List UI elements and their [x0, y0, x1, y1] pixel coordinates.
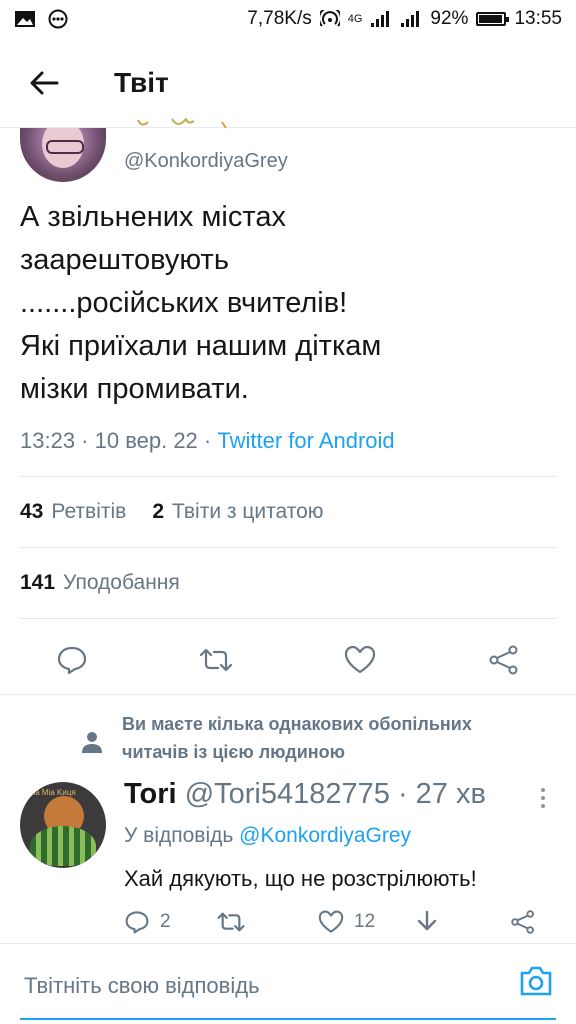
reply-author-name[interactable]: Tori — [124, 778, 177, 810]
retweet-stats: 43 Ретвітів 2 Твіти з цитатою — [20, 500, 324, 524]
likes-count[interactable]: 141 — [20, 571, 55, 595]
reply-icon — [57, 646, 87, 675]
tweet-text: А звільнених містах заарештовують ......… — [20, 196, 550, 411]
more-notifications-icon — [48, 9, 68, 29]
reply-time: · 27 хв — [397, 778, 486, 810]
back-button[interactable] — [14, 53, 74, 113]
divider — [0, 694, 576, 695]
reply-actions: 2 12 — [0, 902, 576, 946]
likes-label[interactable]: Уподобання — [63, 571, 180, 595]
reply-avatar[interactable]: Ла Mia Kиця — [20, 782, 106, 868]
retweet-button[interactable] — [196, 640, 236, 680]
reply-input[interactable] — [22, 966, 496, 1006]
battery-percent: 92% — [430, 8, 469, 29]
share-icon — [489, 645, 518, 675]
reply-composer — [0, 943, 576, 1024]
quotes-label[interactable]: Твіти з цитатою — [172, 500, 324, 524]
quotes-count[interactable]: 2 — [152, 500, 164, 524]
reply-download-button[interactable] — [414, 910, 440, 936]
reply-like-button[interactable]: 12 — [318, 910, 375, 934]
network-speed: 7,78K/s — [247, 8, 312, 29]
divider — [20, 476, 556, 477]
reply-to: У відповідь @KonkordiyaGrey — [124, 824, 411, 848]
page-title: Твіт — [114, 66, 169, 98]
retweets-label[interactable]: Ретвітів — [51, 500, 126, 524]
tweet-text-line: мізки промивати. — [20, 373, 249, 405]
reply-to-mention[interactable]: @KonkordiyaGrey — [239, 824, 411, 847]
download-icon — [417, 910, 437, 931]
like-button[interactable] — [340, 640, 380, 680]
camera-button[interactable] — [518, 964, 558, 1004]
clock: 13:55 — [514, 8, 562, 29]
share-icon — [511, 910, 534, 934]
reply-replies-count: 2 — [160, 911, 171, 932]
tweet-timestamp: 13:23 · 10 вер. 22 · — [20, 428, 212, 453]
network-type: 4G — [347, 13, 363, 25]
signal-2-icon — [401, 11, 420, 27]
divider — [20, 618, 556, 619]
retweets-count[interactable]: 43 — [20, 500, 43, 524]
reply-retweet-button[interactable] — [216, 910, 246, 934]
input-underline — [20, 1018, 556, 1020]
heart-icon — [318, 910, 344, 933]
app-bar: Твіт — [0, 38, 576, 128]
reply-icon — [125, 911, 149, 934]
author-name-cropped — [137, 118, 227, 129]
tweet-author: @KonkordiyaGrey — [0, 118, 576, 188]
reply-text: Хай дякують, що не розстрілюють! — [124, 866, 477, 891]
battery-icon — [476, 12, 510, 26]
avatar[interactable] — [20, 128, 106, 182]
tweet-text-line: А звільнених містах — [20, 201, 286, 233]
hotspot-icon — [319, 10, 340, 27]
reply-reply-button[interactable]: 2 — [124, 910, 171, 934]
author-handle[interactable]: @KonkordiyaGrey — [124, 150, 288, 173]
status-bar: 7,78K/s 4G 92% 13:55 — [0, 0, 576, 38]
reply-share-button[interactable] — [510, 910, 536, 934]
more-options-icon[interactable] — [538, 786, 548, 810]
mutual-notice-line: читачів із цією людиною — [122, 742, 346, 762]
tweet-actions — [0, 630, 576, 686]
tweet-text-line: заарештовують — [20, 244, 229, 276]
reply-button[interactable] — [52, 640, 92, 680]
retweet-icon — [199, 648, 233, 672]
retweet-icon — [217, 912, 245, 932]
reply-author-handle[interactable]: @Tori54182775 — [185, 778, 390, 810]
signal-icon — [371, 11, 390, 27]
tweet-meta: 13:23 · 10 вер. 22 · Twitter for Android — [20, 428, 395, 454]
tweet-text-line: .......російських вчителів! — [20, 287, 348, 319]
reply-likes-count: 12 — [354, 911, 376, 932]
share-button[interactable] — [484, 640, 524, 680]
person-icon — [82, 732, 102, 753]
arrow-left-icon — [30, 71, 59, 94]
image-notification-icon — [15, 11, 35, 27]
heart-icon — [344, 645, 376, 674]
tweet-source-link[interactable]: Twitter for Android — [217, 428, 394, 453]
divider — [20, 547, 556, 548]
tweet-text-line: Які приїхали нашим діткам — [20, 330, 382, 362]
reply-to-label: У відповідь — [124, 824, 234, 847]
reply-header: Tori @Tori54182775 · 27 хв — [124, 778, 486, 811]
mutual-notice-line: Ви маєте кілька однакових обопільних — [122, 714, 472, 734]
likes-stats: 141 Уподобання — [20, 571, 180, 595]
camera-icon — [520, 966, 552, 996]
